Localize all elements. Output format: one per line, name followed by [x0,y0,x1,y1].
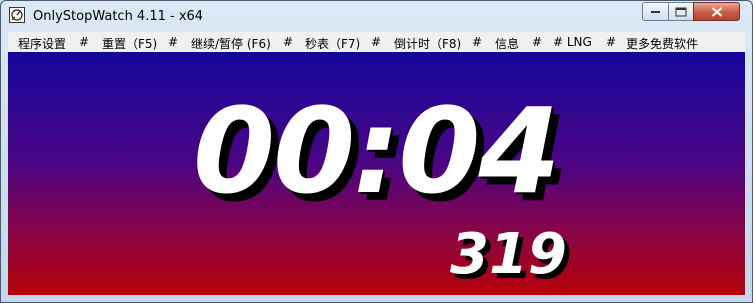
menu-separator[interactable]: # [606,35,616,49]
maximize-icon [675,7,687,16]
menu-separator[interactable]: # [283,35,293,49]
minimize-button[interactable] [642,2,668,21]
window-title: OnlyStopWatch 4.11 - x64 [33,9,204,24]
menu-separator[interactable]: # [472,35,482,49]
elapsed-milliseconds: 319 [450,222,567,287]
menu-separator[interactable]: # [168,35,178,49]
menu-reset[interactable]: 重置（F5) [102,35,157,52]
menu-bar: 程序设置 # 重置（F5) # 继续/暂停 (F6) # 秒表（F7) # 倒计… [8,32,745,53]
menu-stopwatch[interactable]: 秒表（F7) [305,35,360,52]
stopwatch-app-icon[interactable] [9,7,25,23]
menu-continue-pause[interactable]: 继续/暂停 (F6) [191,35,271,52]
stopwatch-display[interactable]: 00:04 319 [8,52,745,295]
menu-separator[interactable]: # [371,35,381,49]
menu-language[interactable]: # LNG [553,35,592,49]
menu-program-settings[interactable]: 程序设置 [18,35,66,52]
elapsed-time: 00:04 [193,82,561,220]
title-bar[interactable]: OnlyStopWatch 4.11 - x64 [1,1,752,31]
menu-countdown[interactable]: 倒计时（F8) [394,35,461,52]
maximize-button[interactable] [668,2,693,21]
menu-info[interactable]: 信息 [495,35,519,52]
menu-more-free-software[interactable]: 更多免费软件 [626,35,698,52]
close-icon [711,6,722,17]
app-window: OnlyStopWatch 4.11 - x64 程序设置 # 重置（F5) #… [0,0,753,303]
close-button[interactable] [693,2,740,21]
menu-separator[interactable]: # [532,35,542,49]
menu-separator[interactable]: # [79,35,89,49]
minimize-icon [650,10,660,13]
